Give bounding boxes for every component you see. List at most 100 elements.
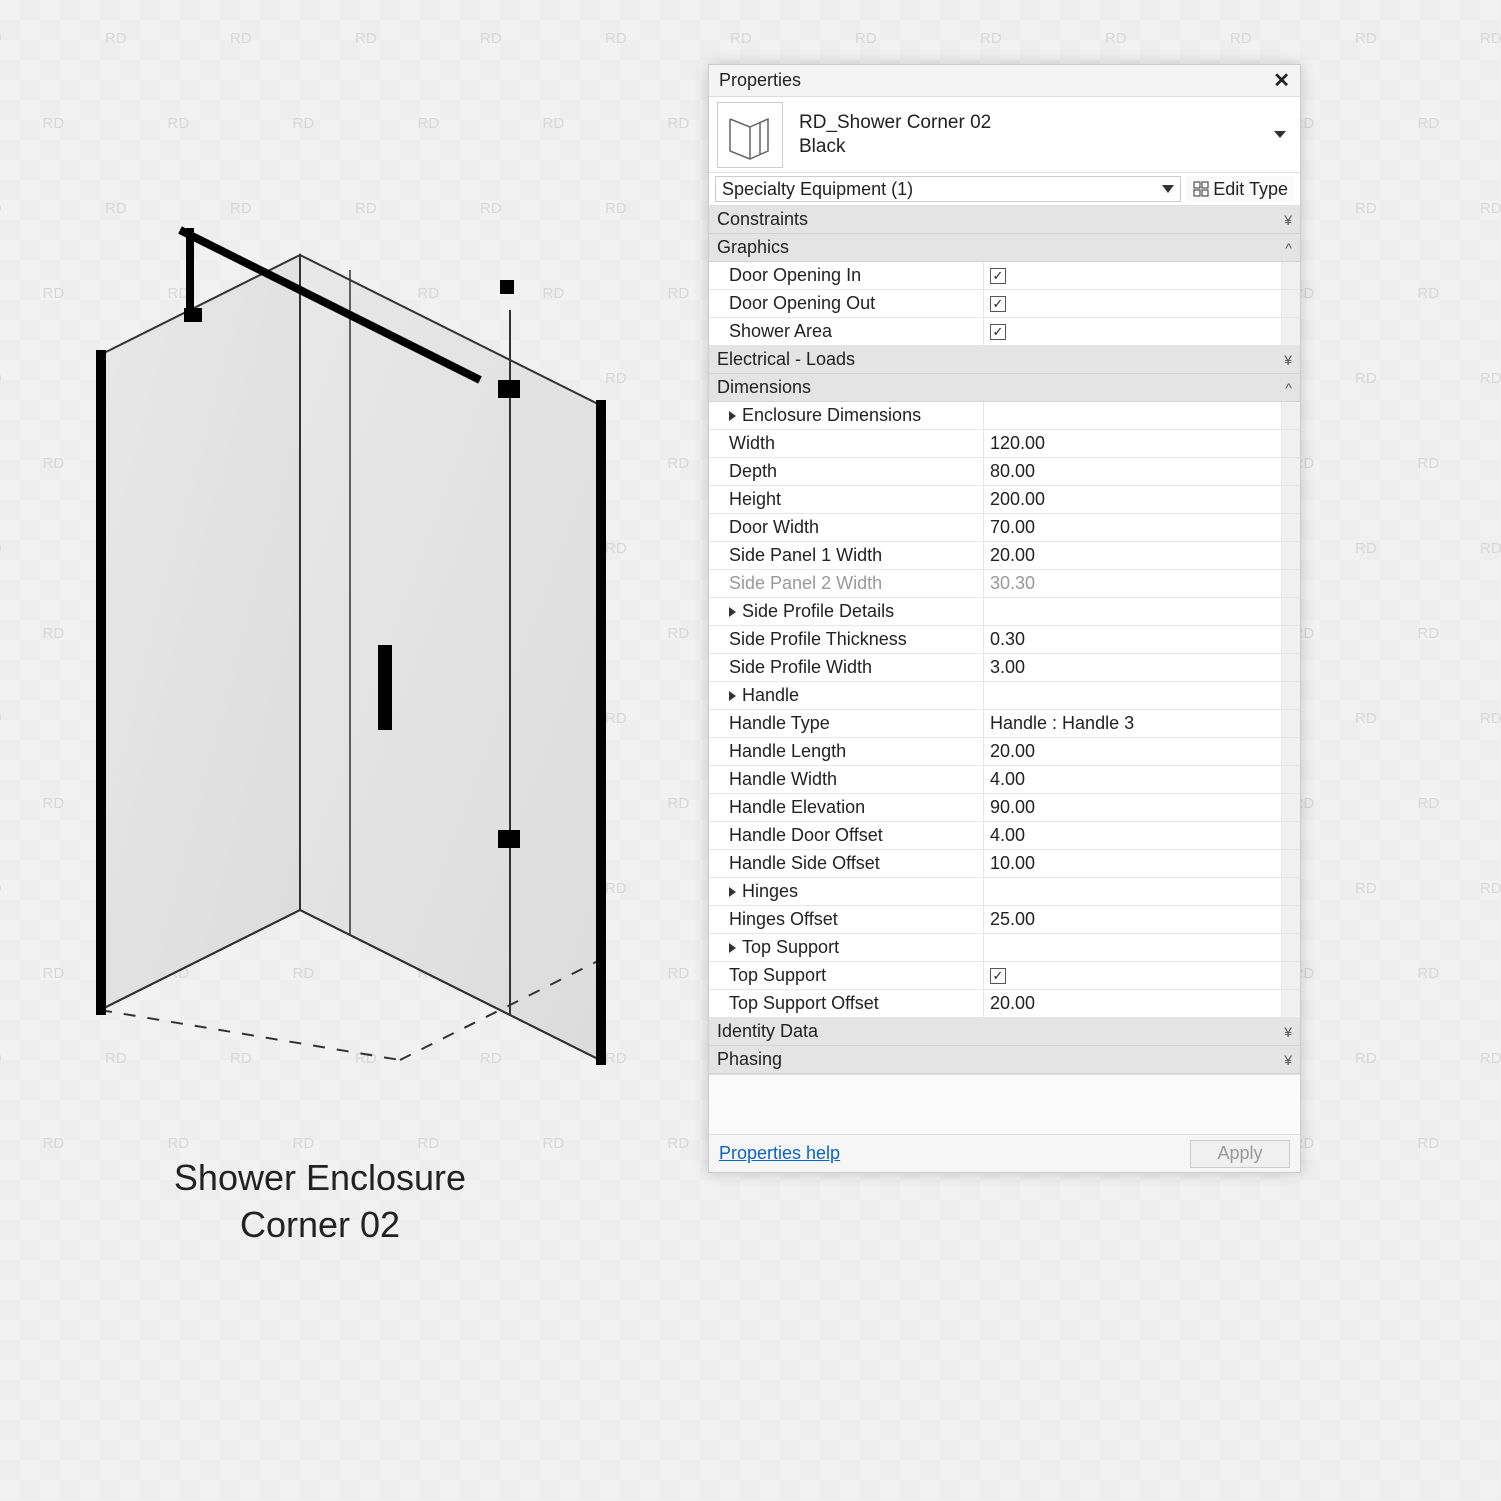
chevron-down-icon xyxy=(1274,131,1286,138)
param-row: Depth80.00 xyxy=(709,458,1300,486)
param-value xyxy=(984,934,1282,961)
edit-type-icon xyxy=(1193,181,1209,197)
associate-button[interactable] xyxy=(1282,514,1300,541)
param-value[interactable]: ✓ xyxy=(984,318,1282,345)
group-identity[interactable]: Identity Data¥ xyxy=(709,1018,1300,1046)
param-label: Handle Length xyxy=(709,738,984,765)
param-label[interactable]: Hinges xyxy=(709,878,984,905)
checkbox-icon[interactable]: ✓ xyxy=(990,268,1006,284)
checkbox-icon[interactable]: ✓ xyxy=(990,296,1006,312)
param-row: Side Profile Thickness0.30 xyxy=(709,626,1300,654)
param-value[interactable]: 4.00 xyxy=(984,766,1282,793)
group-constraints[interactable]: Constraints¥ xyxy=(709,206,1300,234)
family-name: RD_Shower Corner 02 xyxy=(799,111,1268,135)
param-value[interactable]: 3.00 xyxy=(984,654,1282,681)
associate-button[interactable] xyxy=(1282,290,1300,317)
param-value[interactable]: 30.30 xyxy=(984,570,1282,597)
param-value[interactable]: 90.00 xyxy=(984,794,1282,821)
group-phasing[interactable]: Phasing¥ xyxy=(709,1046,1300,1074)
param-value[interactable]: 200.00 xyxy=(984,486,1282,513)
param-label: Side Panel 1 Width xyxy=(709,542,984,569)
param-subheader: Top Support xyxy=(709,934,1300,962)
close-icon[interactable]: ✕ xyxy=(1269,68,1294,93)
category-selector[interactable]: Specialty Equipment (1) xyxy=(715,176,1181,202)
param-row: Door Width70.00 xyxy=(709,514,1300,542)
param-value[interactable]: 4.00 xyxy=(984,822,1282,849)
param-value[interactable]: 0.30 xyxy=(984,626,1282,653)
associate-button[interactable] xyxy=(1282,654,1300,681)
associate-button[interactable] xyxy=(1282,822,1300,849)
param-label: Hinges Offset xyxy=(709,906,984,933)
associate-button[interactable] xyxy=(1282,542,1300,569)
param-label: Handle Door Offset xyxy=(709,822,984,849)
param-label[interactable]: Side Profile Details xyxy=(709,598,984,625)
param-row: Handle Elevation90.00 xyxy=(709,794,1300,822)
param-value[interactable]: 70.00 xyxy=(984,514,1282,541)
param-subheader: Handle xyxy=(709,682,1300,710)
param-label[interactable]: Top Support xyxy=(709,934,984,961)
associate-button[interactable] xyxy=(1282,318,1300,345)
associate-button[interactable] xyxy=(1282,850,1300,877)
associate-button[interactable] xyxy=(1282,458,1300,485)
param-subheader: Side Profile Details xyxy=(709,598,1300,626)
associate-button[interactable] xyxy=(1282,430,1300,457)
param-value[interactable]: 120.00 xyxy=(984,430,1282,457)
param-label: Depth xyxy=(709,458,984,485)
associate-button[interactable] xyxy=(1282,766,1300,793)
param-value[interactable]: Handle : Handle 3 xyxy=(984,710,1282,737)
param-row: Shower Area ✓ xyxy=(709,318,1300,346)
associate-button[interactable] xyxy=(1282,262,1300,289)
param-value[interactable]: ✓ xyxy=(984,962,1282,989)
associate-button[interactable] xyxy=(1282,626,1300,653)
associate-button[interactable] xyxy=(1282,402,1300,429)
param-value[interactable]: ✓ xyxy=(984,290,1282,317)
param-value xyxy=(984,402,1282,429)
properties-help-link[interactable]: Properties help xyxy=(719,1143,840,1164)
param-row: Side Profile Width3.00 xyxy=(709,654,1300,682)
param-row: Handle TypeHandle : Handle 3 xyxy=(709,710,1300,738)
associate-button[interactable] xyxy=(1282,486,1300,513)
associate-button[interactable] xyxy=(1282,962,1300,989)
param-label: Handle Type xyxy=(709,710,984,737)
param-row: Width120.00 xyxy=(709,430,1300,458)
edit-type-button[interactable]: Edit Type xyxy=(1187,176,1294,202)
group-electrical[interactable]: Electrical - Loads¥ xyxy=(709,346,1300,374)
param-value[interactable]: 25.00 xyxy=(984,906,1282,933)
apply-button[interactable]: Apply xyxy=(1190,1140,1290,1168)
param-label: Handle Elevation xyxy=(709,794,984,821)
associate-button[interactable] xyxy=(1282,598,1300,625)
associate-button[interactable] xyxy=(1282,570,1300,597)
param-value[interactable]: 20.00 xyxy=(984,542,1282,569)
model-preview xyxy=(60,190,650,1090)
associate-button[interactable] xyxy=(1282,794,1300,821)
associate-button[interactable] xyxy=(1282,878,1300,905)
param-label[interactable]: Handle xyxy=(709,682,984,709)
group-graphics[interactable]: Graphics^ xyxy=(709,234,1300,262)
associate-button[interactable] xyxy=(1282,710,1300,737)
param-row: Handle Length20.00 xyxy=(709,738,1300,766)
param-value[interactable]: 10.00 xyxy=(984,850,1282,877)
param-value[interactable]: 20.00 xyxy=(984,990,1282,1017)
associate-button[interactable] xyxy=(1282,934,1300,961)
param-row: Handle Door Offset4.00 xyxy=(709,822,1300,850)
param-label: Top Support Offset xyxy=(709,990,984,1017)
family-type-selector[interactable]: RD_Shower Corner 02 Black xyxy=(709,97,1300,173)
param-value[interactable]: ✓ xyxy=(984,262,1282,289)
group-dimensions[interactable]: Dimensions^ xyxy=(709,374,1300,402)
checkbox-icon[interactable]: ✓ xyxy=(990,324,1006,340)
associate-button[interactable] xyxy=(1282,906,1300,933)
param-label: Handle Width xyxy=(709,766,984,793)
associate-button[interactable] xyxy=(1282,682,1300,709)
param-value[interactable]: 20.00 xyxy=(984,738,1282,765)
associate-button[interactable] xyxy=(1282,738,1300,765)
param-value[interactable]: 80.00 xyxy=(984,458,1282,485)
param-label: Side Panel 2 Width xyxy=(709,570,984,597)
param-label[interactable]: Enclosure Dimensions xyxy=(709,402,984,429)
param-subheader: Hinges xyxy=(709,878,1300,906)
associate-button[interactable] xyxy=(1282,990,1300,1017)
panel-title-text: Properties xyxy=(719,70,801,91)
family-type: Black xyxy=(799,135,1268,159)
param-label: Shower Area xyxy=(709,318,984,345)
checkbox-icon[interactable]: ✓ xyxy=(990,968,1006,984)
param-label: Door Opening Out xyxy=(709,290,984,317)
